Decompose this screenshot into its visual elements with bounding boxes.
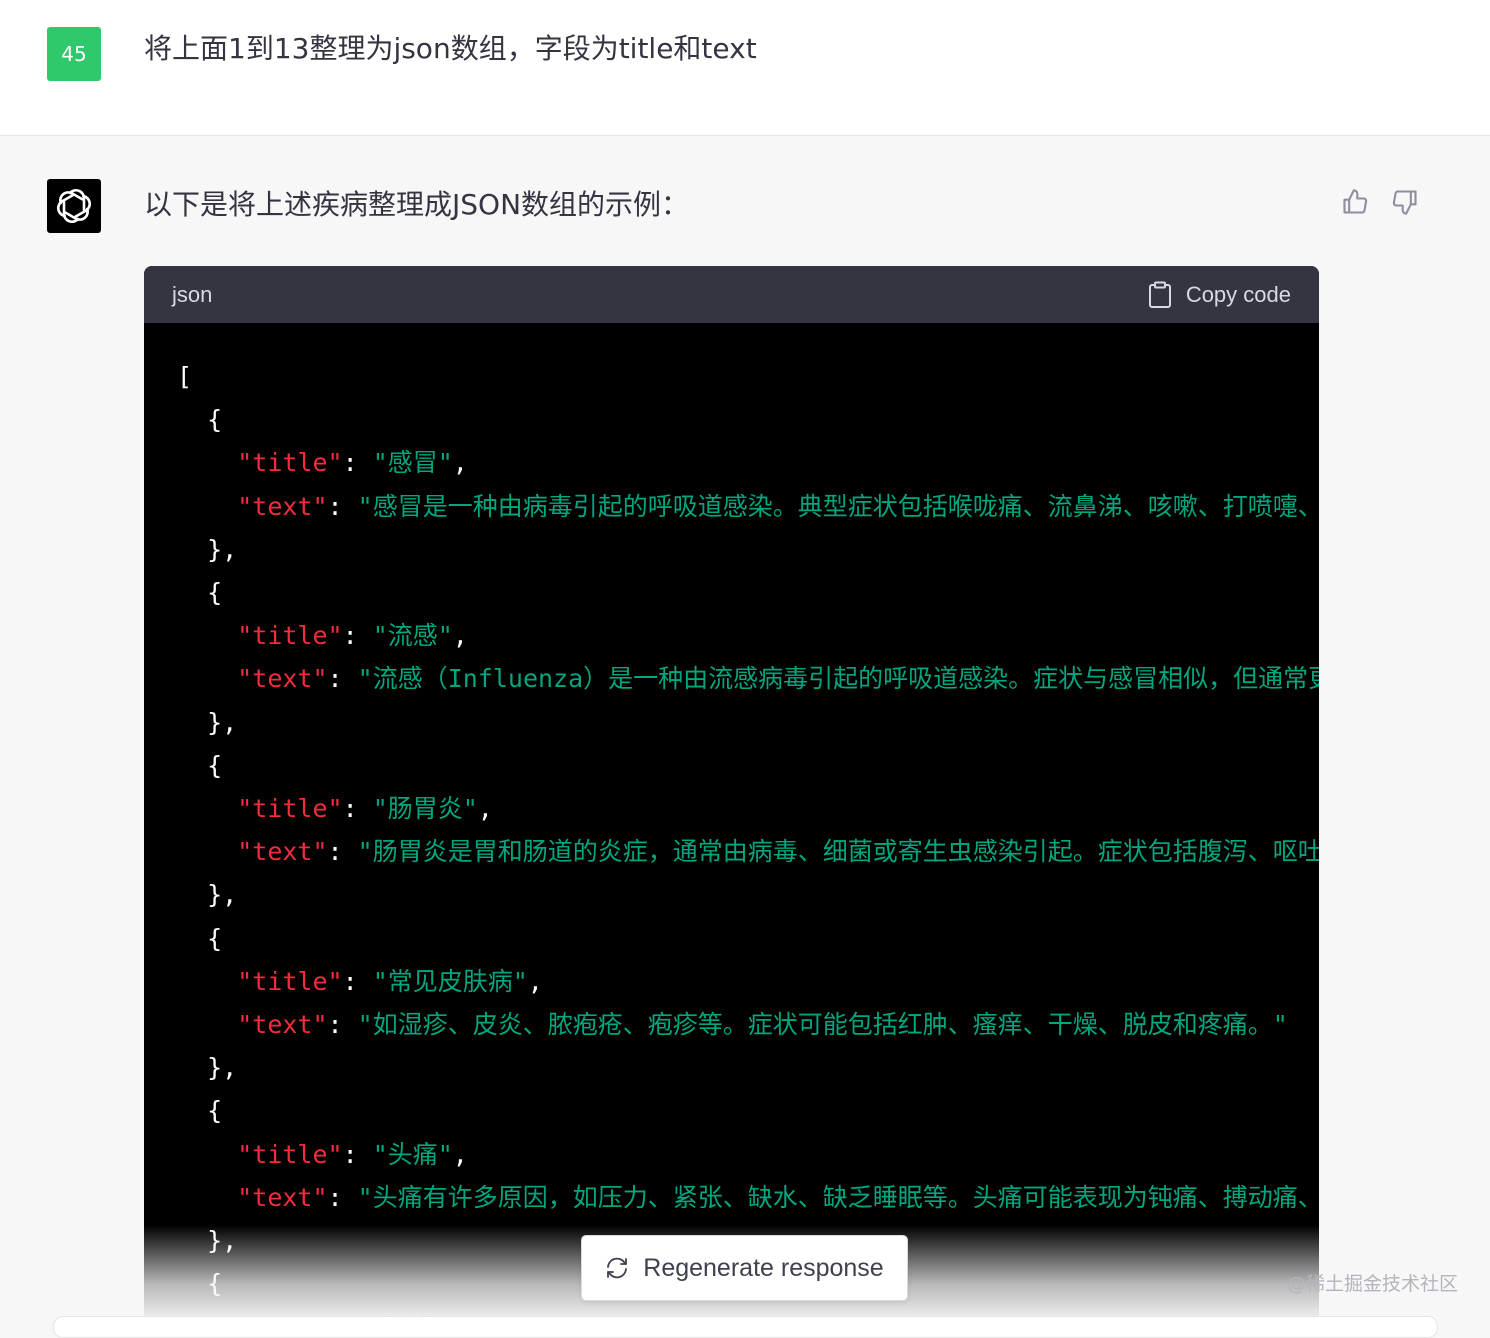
json-key: "title" (237, 621, 343, 651)
entry-text: "如湿疹、皮炎、脓疱疮、疱疹等。症状可能包括红肿、瘙痒、干燥、脱皮和疼痛。" (357, 1010, 1288, 1040)
entry-title: "头痛" (372, 1139, 453, 1169)
code-language-label: json (172, 282, 213, 307)
user-message-row: 45 将上面1到13整理为json数组，字段为title和text (0, 0, 1490, 136)
entry-title: "感冒" (372, 448, 453, 478)
copy-code-label: Copy code (1185, 281, 1291, 307)
thumbs-down-icon (1392, 190, 1417, 215)
code-block: json Copy code [ { "title": "感冒", "text"… (144, 266, 1319, 1326)
entry-text: "肠胃炎是胃和肠道的炎症，通常由病毒、细菌或寄生虫感染引起。症状包括腹泻、呕吐 (357, 837, 1319, 867)
json-key: "text" (237, 1010, 328, 1040)
user-message-text: 将上面1到13整理为json数组，字段为title和text (144, 32, 757, 65)
user-avatar: 45 (47, 27, 101, 81)
json-key: "text" (237, 837, 328, 867)
entry-text: "头痛有许多原因，如压力、紧张、缺水、缺乏睡眠等。头痛可能表现为钝痛、搏动痛、 (357, 1182, 1319, 1212)
refresh-icon (607, 1257, 628, 1279)
regenerate-label: Regenerate response (643, 1253, 884, 1282)
json-key: "text" (237, 491, 328, 521)
regenerate-response-button[interactable]: Regenerate response (581, 1235, 908, 1301)
assistant-intro-text: 以下是将上述疾病整理成JSON数组的示例： (144, 188, 690, 221)
json-key: "title" (237, 794, 343, 824)
code-block-header: json Copy code (144, 266, 1319, 323)
watermark: @稀土掘金技术社区 (1286, 1273, 1458, 1295)
json-key: "title" (237, 1139, 343, 1169)
entry-title: "肠胃炎" (372, 794, 478, 824)
json-code: [ { "title": "感冒", "text": "感冒是一种由病毒引起的呼… (177, 355, 1319, 1326)
thumbs-down-button[interactable] (1388, 185, 1422, 219)
entry-text: "感冒是一种由病毒引起的呼吸道感染。典型症状包括喉咙痛、流鼻涕、咳嗽、打喷嚏、 (357, 491, 1319, 521)
copy-code-button[interactable]: Copy code (1148, 266, 1291, 323)
thumbs-up-icon (1343, 189, 1368, 214)
code-content: [ { "title": "感冒", "text": "感冒是一种由病毒引起的呼… (144, 323, 1319, 1326)
entry-text: "流感（Influenza）是一种由流感病毒引起的呼吸道感染。症状与感冒相似，但… (357, 664, 1319, 694)
thumbs-up-button[interactable] (1338, 185, 1372, 219)
json-key: "text" (237, 1182, 328, 1212)
entry-title: "流感" (372, 621, 453, 651)
json-key: "title" (237, 966, 343, 996)
json-key: "title" (237, 448, 343, 478)
openai-logo-icon (47, 179, 101, 233)
entry-title: "常见皮肤病" (372, 966, 528, 996)
json-key: "text" (237, 664, 328, 694)
message-input-edge[interactable] (53, 1316, 1438, 1338)
clipboard-icon (1148, 281, 1171, 308)
